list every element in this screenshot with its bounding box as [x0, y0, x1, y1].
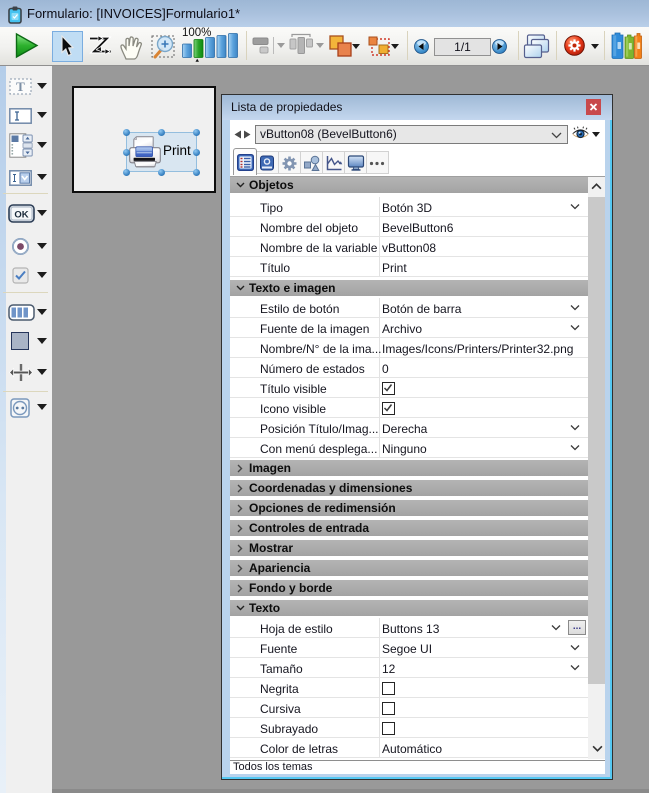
svg-text:T: T	[16, 79, 25, 94]
svg-text:OK: OK	[14, 210, 28, 221]
